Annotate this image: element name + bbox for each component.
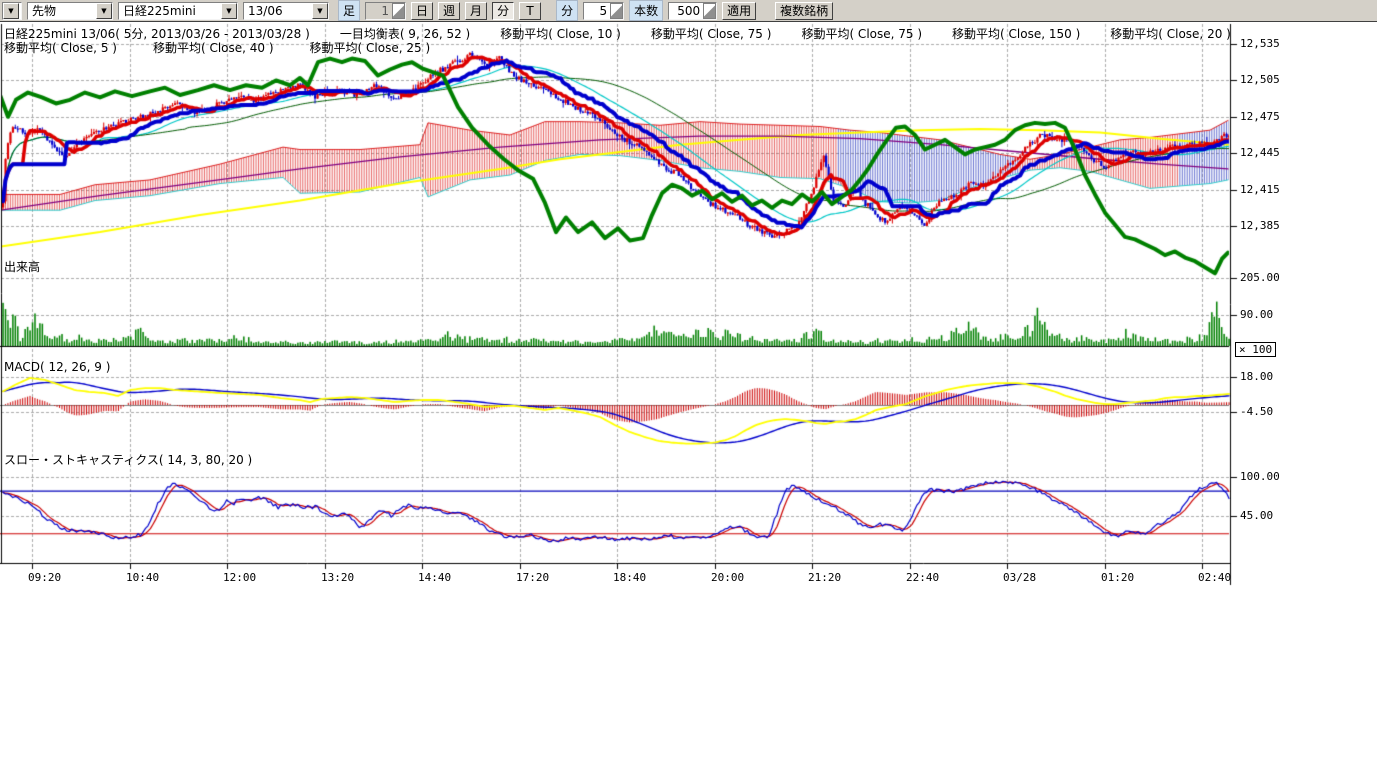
- category-combo[interactable]: 先物 ▼: [27, 2, 113, 20]
- ashi-stepper[interactable]: 1: [365, 2, 406, 20]
- volume-multiplier-badge: × 100: [1235, 342, 1276, 357]
- period-week-button[interactable]: 週: [438, 2, 460, 20]
- chart-canvas[interactable]: [0, 0, 1377, 768]
- bars-stepper-value: 500: [669, 4, 703, 18]
- volume-axis-label: 90.00: [1240, 308, 1273, 321]
- spinner-icon[interactable]: [392, 3, 405, 19]
- stoch-axis-label: 45.00: [1240, 509, 1273, 522]
- contract-combo[interactable]: 13/06 ▼: [243, 2, 329, 20]
- period-day-button[interactable]: 日: [411, 2, 433, 20]
- time-axis-label: 22:40: [906, 571, 939, 584]
- chevron-down-icon[interactable]: ▼: [3, 3, 19, 19]
- spinner-icon[interactable]: [703, 3, 716, 19]
- minute-stepper[interactable]: 5: [583, 2, 624, 20]
- price-axis-label: 12,505: [1240, 73, 1280, 86]
- legend1-item: 移動平均( Close, 150 ): [952, 25, 1080, 42]
- stoch-axis-label: 100.00: [1240, 470, 1280, 483]
- symbol-combo-value: 日経225mini: [119, 2, 221, 19]
- price-axis-label: 12,385: [1240, 219, 1280, 232]
- legend2-item: 移動平均( Close, 25 ): [310, 39, 431, 56]
- time-axis-label: 03/28: [1003, 571, 1036, 584]
- time-axis-label: 18:40: [613, 571, 646, 584]
- minute-label: 分: [556, 0, 578, 21]
- stoch-pane-label: スロー・ストキャスティクス( 14, 3, 80, 20 ): [4, 451, 252, 468]
- time-axis-label: 17:20: [516, 571, 549, 584]
- macd-axis-label: -4.50: [1240, 405, 1273, 418]
- mini-dropdown[interactable]: ▼: [2, 2, 22, 20]
- toolbar: ▼ 先物 ▼ 日経225mini ▼ 13/06 ▼ 足 1 日 週 月 分 T…: [0, 0, 1377, 22]
- category-combo-value: 先物: [28, 2, 96, 19]
- minute-stepper-value: 5: [584, 4, 610, 18]
- price-axis-label: 12,475: [1240, 110, 1280, 123]
- period-month-button[interactable]: 月: [465, 2, 487, 20]
- legend1-item: 移動平均( Close, 75 ): [651, 25, 772, 42]
- contract-combo-value: 13/06: [244, 4, 312, 18]
- time-axis-label: 01:20: [1101, 571, 1134, 584]
- period-tick-button[interactable]: T: [519, 2, 541, 20]
- ashi-stepper-value: 1: [366, 4, 392, 18]
- time-axis-label: 13:20: [321, 571, 354, 584]
- spinner-icon[interactable]: [610, 3, 623, 19]
- chevron-down-icon[interactable]: ▼: [312, 3, 328, 19]
- period-minute-button[interactable]: 分: [492, 2, 514, 20]
- price-axis-label: 12,415: [1240, 183, 1280, 196]
- macd-axis-label: 18.00: [1240, 370, 1273, 383]
- legend1-item: 移動平均( Close, 75 ): [801, 25, 922, 42]
- ashi-label: 足: [338, 0, 360, 21]
- volume-pane-label: 出来高: [4, 258, 40, 275]
- chevron-down-icon[interactable]: ▼: [221, 3, 237, 19]
- price-axis-label: 12,445: [1240, 146, 1280, 159]
- chart-legend-line2: 移動平均( Close, 5 ) 移動平均( Close, 40 ) 移動平均( C…: [4, 39, 430, 56]
- app-window: ▼ 先物 ▼ 日経225mini ▼ 13/06 ▼ 足 1 日 週 月 分 T…: [0, 0, 1377, 768]
- price-axis-label: 12,535: [1240, 37, 1280, 50]
- legend2-item: 移動平均( Close, 40 ): [153, 39, 274, 56]
- legend1-item: 移動平均( Close, 20 ): [1110, 25, 1231, 42]
- time-axis-label: 12:00: [223, 571, 256, 584]
- symbol-combo[interactable]: 日経225mini ▼: [118, 2, 238, 20]
- legend1-item: 移動平均( Close, 10 ): [500, 25, 621, 42]
- volume-axis-label: 205.00: [1240, 271, 1280, 284]
- time-axis-label: 20:00: [711, 571, 744, 584]
- chevron-down-icon[interactable]: ▼: [96, 3, 112, 19]
- apply-button[interactable]: 適用: [722, 2, 756, 20]
- multi-symbol-button[interactable]: 複数銘柄: [775, 2, 833, 20]
- time-axis-label: 10:40: [126, 571, 159, 584]
- time-axis-label: 02:40: [1198, 571, 1231, 584]
- macd-pane-label: MACD( 12, 26, 9 ): [4, 360, 110, 374]
- time-axis-label: 14:40: [418, 571, 451, 584]
- time-axis-label: 09:20: [28, 571, 61, 584]
- bars-label: 本数: [629, 0, 663, 21]
- time-axis-label: 21:20: [808, 571, 841, 584]
- bars-stepper[interactable]: 500: [668, 2, 717, 20]
- legend2-item: 移動平均( Close, 5 ): [4, 39, 117, 56]
